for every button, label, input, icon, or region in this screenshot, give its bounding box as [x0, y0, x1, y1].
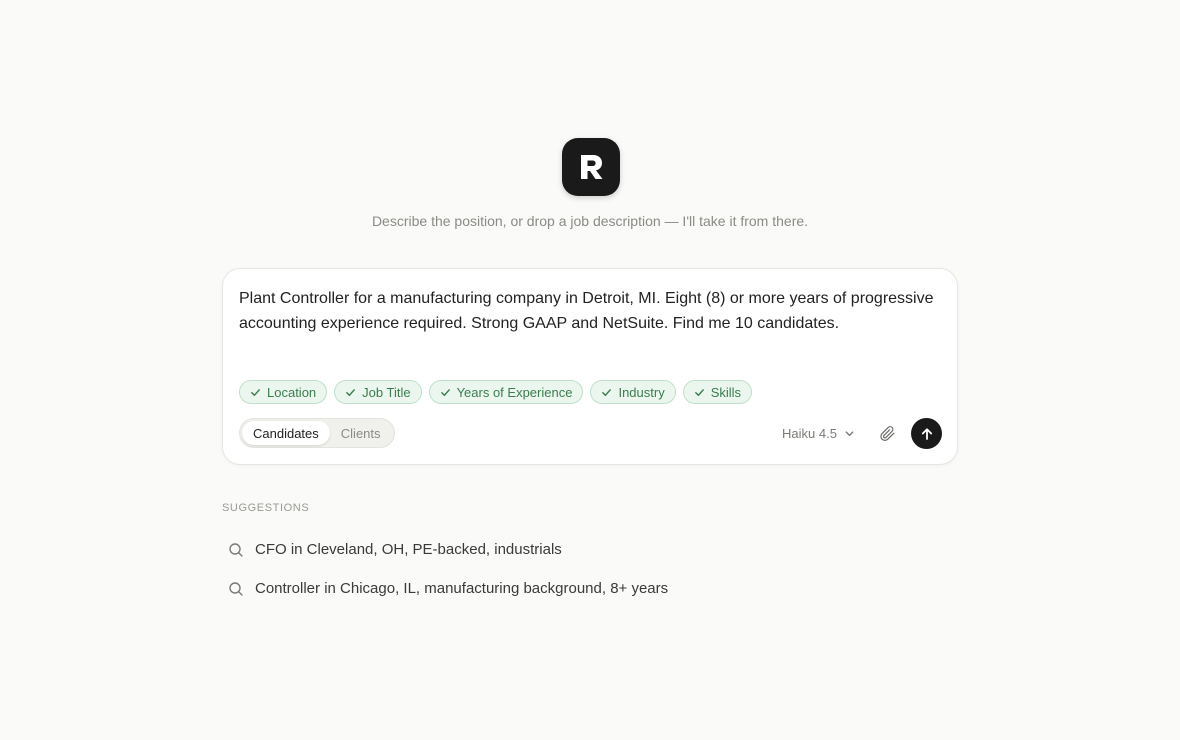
mode-toggle: Candidates Clients [239, 418, 395, 448]
suggestion-item[interactable]: CFO in Cleveland, OH, PE-backed, industr… [222, 530, 958, 569]
chip-label: Job Title [362, 384, 411, 400]
tagline: Describe the position, or drop a job des… [371, 213, 809, 229]
brand-r-logo-icon [581, 155, 603, 179]
model-selector[interactable]: Haiku 4.5 [782, 422, 855, 444]
search-icon [229, 542, 243, 557]
check-icon [440, 388, 450, 396]
suggestion-text: CFO in Cleveland, OH, PE-backed, industr… [255, 541, 562, 558]
suggestion-text: Controller in Chicago, IL, manufacturing… [255, 580, 669, 597]
attach-button[interactable] [877, 423, 897, 443]
chip-label: Industry [618, 384, 665, 400]
model-label: Haiku 4.5 [782, 425, 837, 441]
chip-years-of-experience[interactable]: Years of Experience [428, 380, 584, 404]
chip-label: Location [267, 384, 317, 400]
check-icon [602, 388, 612, 396]
check-icon [251, 388, 260, 396]
chip-label: Years of Experience [456, 384, 573, 400]
prompt-input[interactable]: Plant Controller for a manufacturing com… [239, 286, 944, 336]
suggestions-list: CFO in Cleveland, OH, PE-backed, industr… [222, 530, 958, 608]
composer-card: Plant Controller for a manufacturing com… [222, 268, 958, 465]
send-button[interactable] [911, 418, 942, 449]
chip-label: Skills [710, 384, 742, 400]
check-icon [346, 388, 356, 396]
chip-job-title[interactable]: Job Title [334, 380, 422, 404]
chip-location[interactable]: Location [239, 380, 328, 404]
chevron-down-icon [845, 430, 854, 436]
check-icon [694, 388, 704, 396]
arrow-up-icon [921, 427, 932, 440]
mode-candidates-tab[interactable]: Candidates [242, 421, 330, 445]
brand-logo [562, 138, 620, 196]
suggestion-item[interactable]: Controller in Chicago, IL, manufacturing… [222, 569, 958, 608]
search-icon [229, 581, 243, 596]
chip-industry[interactable]: Industry [590, 380, 676, 404]
mode-clients-tab[interactable]: Clients [330, 421, 392, 445]
suggestions-header: SUGGESTIONS [222, 502, 310, 514]
chip-skills[interactable]: Skills [682, 380, 753, 404]
detected-fields: Location Job Title Years of Experience I… [239, 380, 753, 404]
paperclip-icon [879, 425, 894, 441]
